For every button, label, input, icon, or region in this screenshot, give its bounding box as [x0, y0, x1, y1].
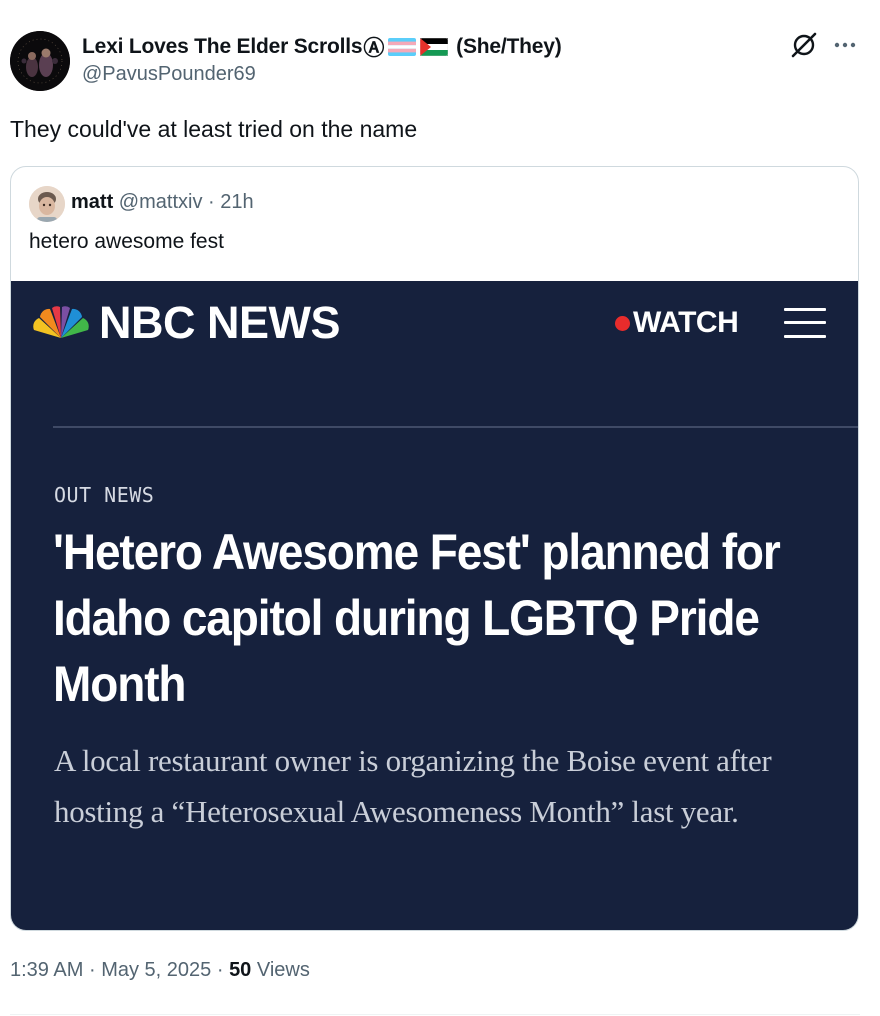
palestine-flag-icon — [420, 38, 449, 56]
watch-label: WATCH — [633, 306, 739, 339]
quote-text: hetero awesome fest — [29, 230, 224, 253]
meta-separator: · — [88, 959, 96, 981]
more-icon[interactable] — [832, 32, 858, 58]
post-time[interactable]: 1:39 AM — [10, 959, 83, 981]
views-label: Views — [256, 959, 310, 981]
bottom-divider — [10, 1014, 860, 1015]
author-avatar[interactable] — [10, 31, 70, 91]
quote-header: matt @mattxiv · 21h — [71, 191, 254, 214]
post-text: They could've at least tried on the name — [10, 116, 418, 142]
views-count[interactable]: 50 — [229, 959, 251, 981]
meta-separator: · — [216, 959, 224, 981]
quote-image[interactable]: NBC NEWS WATCH OUT NEWS 'Hetero Awesome … — [11, 281, 858, 930]
quoted-post[interactable]: matt @mattxiv · 21h hetero awesome fest — [10, 166, 859, 931]
hamburger-menu-icon — [784, 305, 826, 341]
article-headline: 'Hetero Awesome Fest' planned for Idaho … — [53, 524, 781, 712]
article-category: OUT NEWS — [54, 483, 155, 507]
article-subhead: A local restaurant owner is organizing t… — [54, 743, 772, 829]
author-name[interactable]: Lexi Loves The Elder Scrolls — [82, 35, 363, 59]
nbc-news-logo: NBC NEWS — [99, 297, 341, 348]
post: Lexi Loves The Elder Scrolls Ⓐ (She/They… — [0, 0, 880, 1016]
trans-flag-icon — [388, 38, 417, 56]
author-pronouns: (She/They) — [456, 35, 562, 58]
quote-author-name[interactable]: matt — [71, 191, 113, 213]
quote-separator: · — [208, 191, 215, 213]
post-date[interactable]: May 5, 2025 — [101, 959, 211, 981]
anarchy-icon: Ⓐ — [363, 37, 385, 60]
nbc-divider — [53, 426, 858, 428]
grok-icon[interactable] — [789, 30, 819, 60]
author-handle[interactable]: @PavusPounder69 — [82, 63, 256, 86]
watch-button: WATCH — [615, 306, 739, 340]
post-metadata: 1:39 AM · May 5, 2025 · 50 Views — [10, 959, 310, 982]
quote-author-handle[interactable]: @mattxiv — [119, 191, 203, 213]
nbc-peacock-icon — [32, 304, 90, 340]
live-dot-icon — [615, 315, 630, 331]
author-line[interactable]: Lexi Loves The Elder Scrolls Ⓐ (She/They… — [82, 33, 562, 61]
quote-time[interactable]: 21h — [220, 191, 253, 213]
quote-avatar[interactable] — [29, 186, 65, 222]
